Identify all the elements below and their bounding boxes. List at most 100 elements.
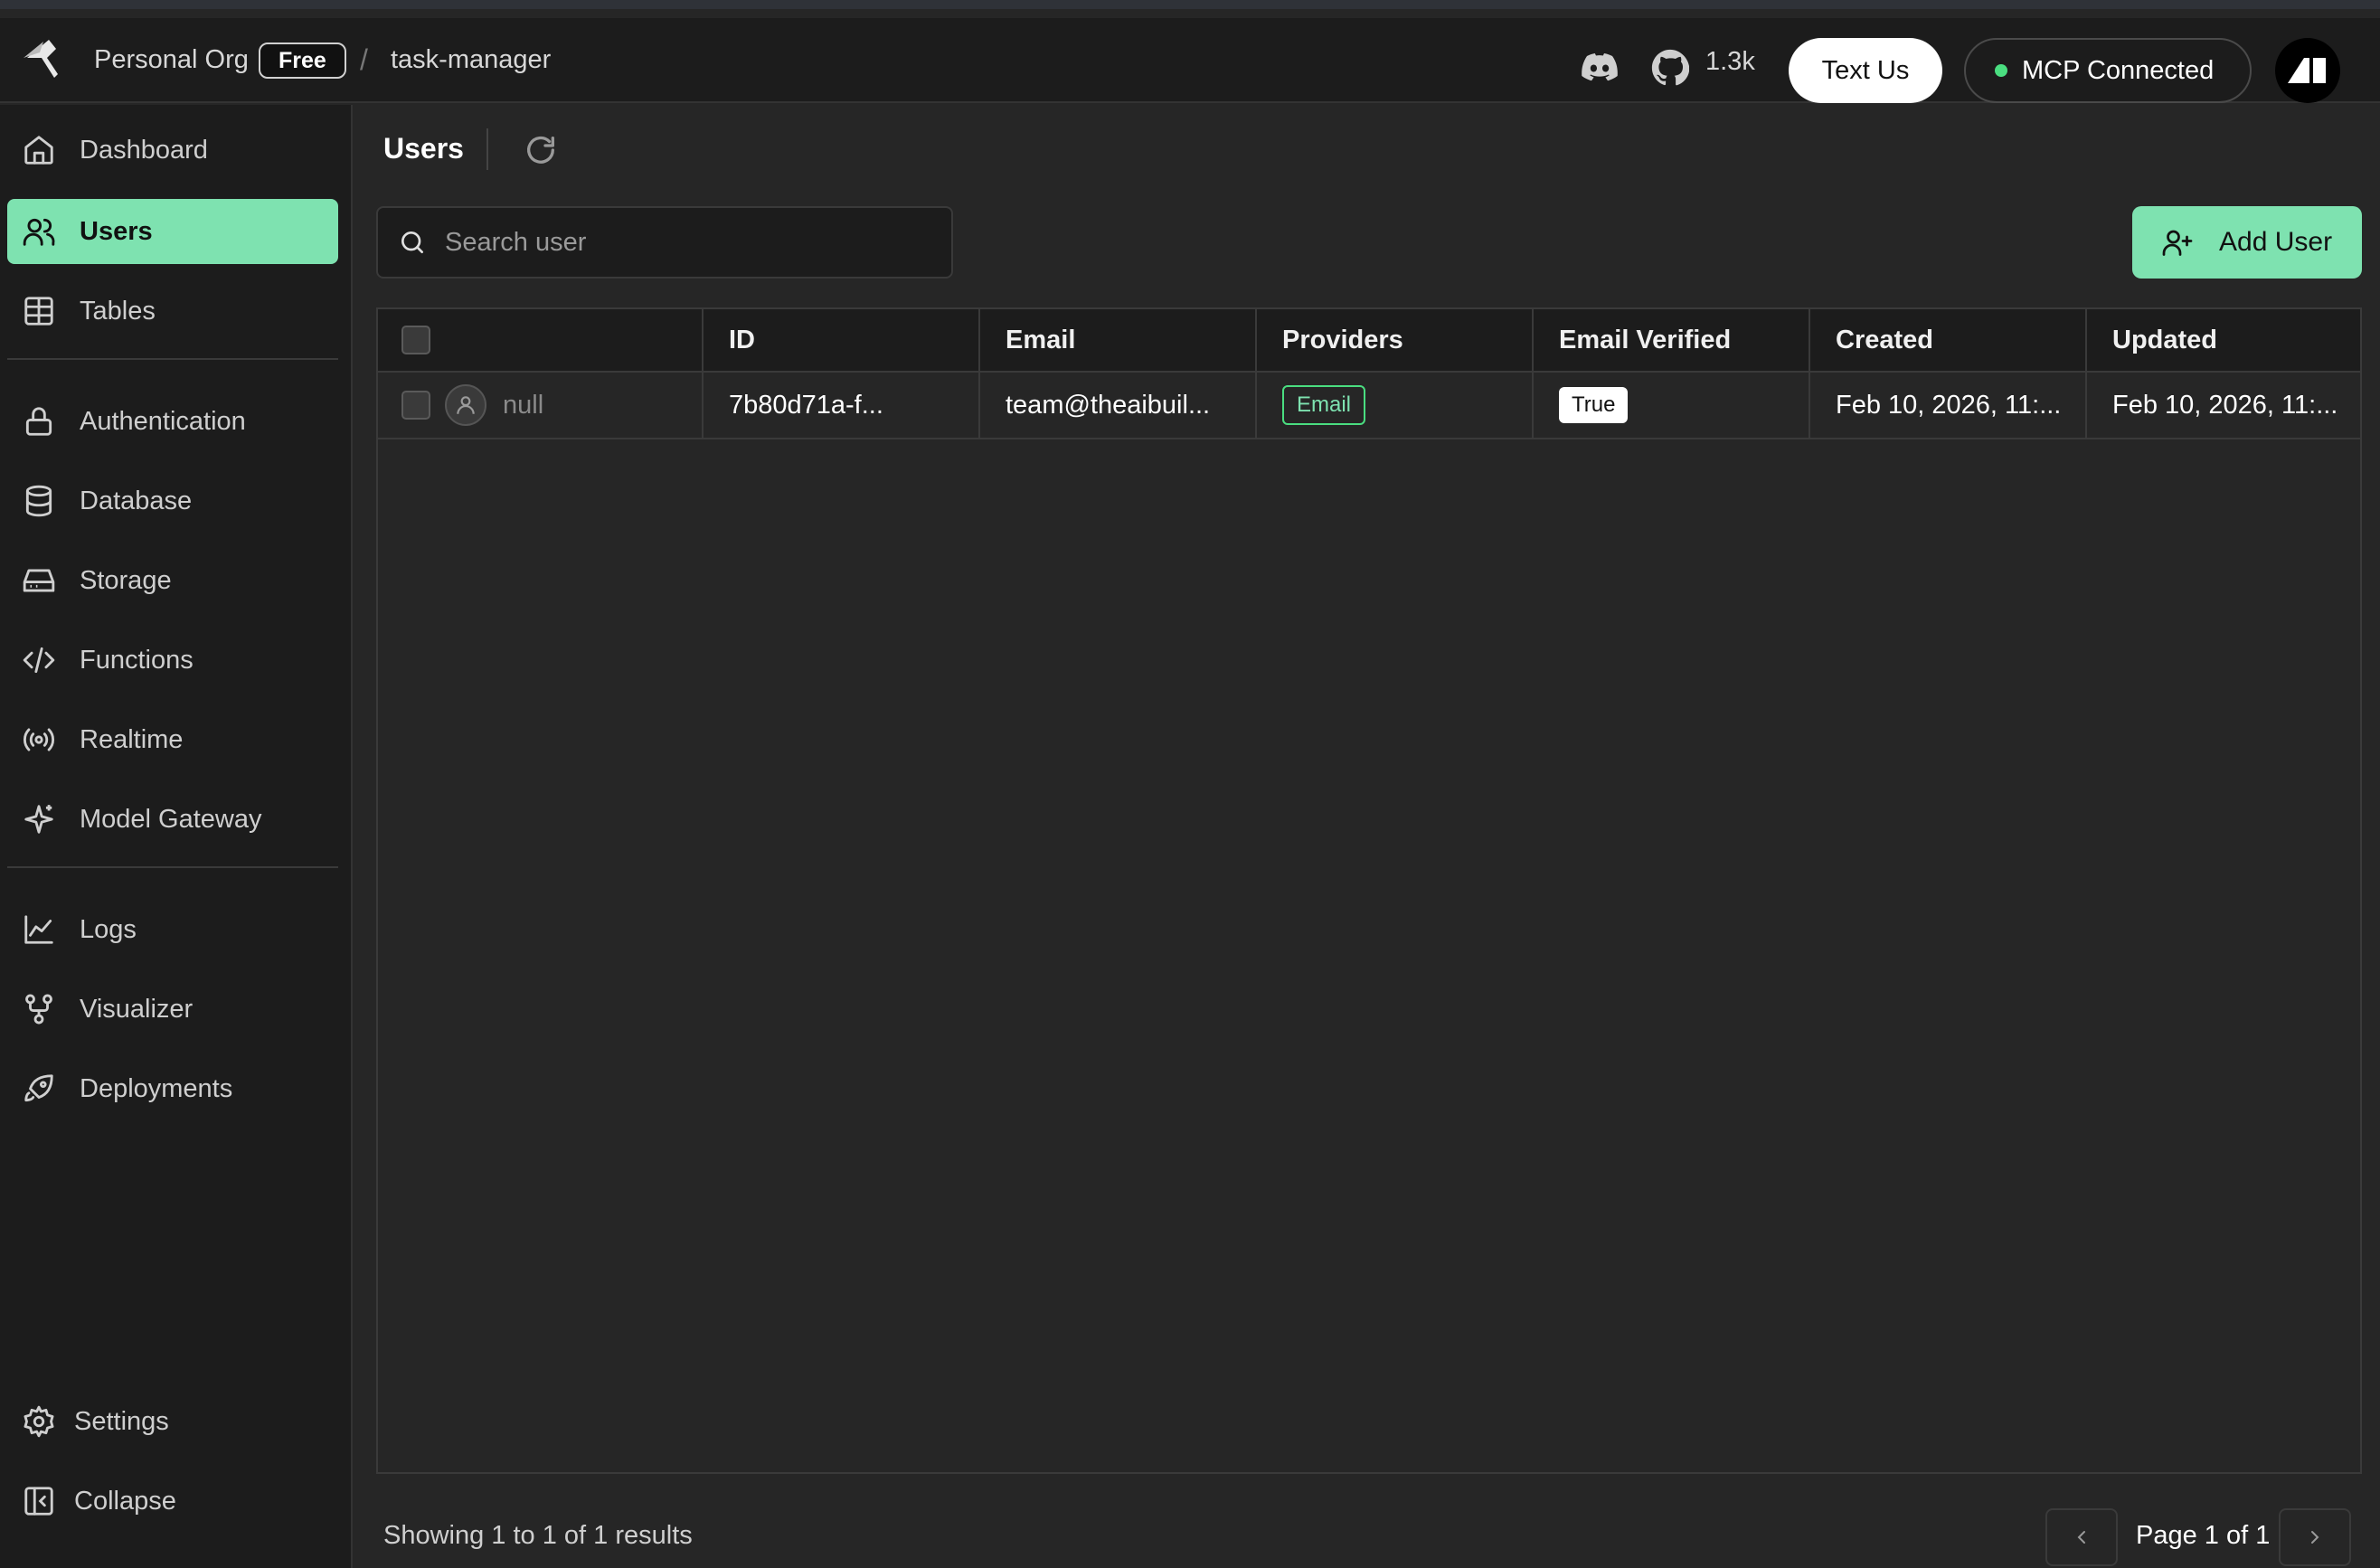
sidebar-item-label: Database — [80, 486, 193, 515]
table-header: ID Email Providers Email Verified Create… — [378, 309, 2360, 373]
sparkle-icon — [24, 805, 53, 834]
sidebar-item-database[interactable]: Database — [7, 468, 338, 534]
created-date: Feb 10, 2026, 11:... — [1809, 373, 2085, 438]
storage-icon — [23, 569, 55, 592]
sidebar-item-users[interactable]: Users — [7, 199, 338, 264]
column-header-id[interactable]: ID — [702, 309, 978, 371]
collapse-label: Collapse — [74, 1486, 176, 1516]
github-icon[interactable] — [1651, 49, 1689, 87]
users-table: ID Email Providers Email Verified Create… — [376, 307, 2362, 1474]
search-icon — [401, 231, 423, 253]
sidebar-item-visualizer[interactable]: Visualizer — [7, 977, 338, 1042]
gear-icon — [24, 1405, 54, 1438]
sidebar-item-deployments[interactable]: Deployments — [7, 1056, 338, 1121]
database-icon — [25, 485, 52, 517]
account-logo-icon — [2288, 58, 2326, 83]
column-header-updated[interactable]: Updated — [2085, 309, 2360, 371]
table-icon — [24, 297, 53, 326]
top-bar: Personal Org Free / task-manager 1.3k Te… — [0, 18, 2380, 103]
add-user-label: Add User — [2219, 227, 2333, 257]
sidebar-item-label: Functions — [80, 645, 194, 675]
user-email: team@theaibuil... — [978, 373, 1255, 438]
sidebar-item-label: Users — [80, 216, 153, 246]
table-row[interactable]: null 7b80d71a-f... team@theaibuil... Ema… — [378, 373, 2360, 439]
sidebar-divider — [7, 866, 338, 868]
graph-icon — [25, 994, 52, 1025]
lock-icon — [25, 407, 52, 436]
sidebar: Dashboard Users Tables Authentication Da… — [0, 105, 353, 1568]
providers-cell: Email — [1255, 373, 1532, 438]
settings-label: Settings — [74, 1406, 169, 1436]
settings-button[interactable]: Settings — [7, 1389, 338, 1454]
project-name[interactable]: task-manager — [391, 45, 551, 75]
sidebar-item-realtime[interactable]: Realtime — [7, 707, 338, 772]
column-header-email[interactable]: Email — [978, 309, 1255, 371]
github-star-count[interactable]: 1.3k — [1705, 47, 1755, 77]
sidebar-item-dashboard[interactable]: Dashboard — [7, 118, 338, 183]
home-icon — [24, 136, 53, 165]
sidebar-item-logs[interactable]: Logs — [7, 897, 338, 962]
users-icon — [23, 218, 55, 246]
search-box[interactable] — [376, 206, 953, 279]
sidebar-item-label: Storage — [80, 565, 172, 595]
chevron-left-icon — [2077, 1531, 2085, 1544]
user-avatar[interactable] — [2275, 38, 2340, 103]
sidebar-item-model-gateway[interactable]: Model Gateway — [7, 787, 338, 852]
row-checkbox[interactable] — [401, 391, 430, 420]
column-header-providers[interactable]: Providers — [1255, 309, 1532, 371]
sidebar-item-label: Authentication — [80, 406, 246, 436]
code-icon — [23, 647, 55, 674]
sidebar-item-label: Model Gateway — [80, 804, 262, 834]
refresh-icon[interactable] — [523, 132, 559, 168]
collapse-button[interactable]: Collapse — [7, 1469, 338, 1534]
search-input[interactable] — [445, 227, 933, 258]
user-id: 7b80d71a-f... — [702, 373, 978, 438]
breadcrumb-separator: / — [360, 43, 368, 76]
sidebar-item-label: Visualizer — [80, 994, 194, 1024]
select-all-checkbox[interactable] — [401, 326, 430, 354]
table-footer: Showing 1 to 1 of 1 results Page 1 of 1 — [354, 1474, 2380, 1568]
sidebar-item-authentication[interactable]: Authentication — [7, 389, 338, 454]
results-summary: Showing 1 to 1 of 1 results — [383, 1521, 693, 1550]
app-logo-icon[interactable] — [22, 38, 60, 80]
title-divider — [486, 128, 488, 170]
sidebar-item-label: Tables — [80, 296, 156, 326]
main-content: Users Add User ID Email Providers Email … — [354, 105, 2380, 1568]
avatar — [445, 384, 486, 426]
add-user-icon — [2162, 230, 2193, 256]
sidebar-item-tables[interactable]: Tables — [7, 279, 338, 344]
user-name: null — [503, 390, 544, 420]
user-icon — [457, 396, 475, 414]
chart-line-icon — [24, 915, 53, 944]
verified-badge: True — [1559, 387, 1629, 423]
add-user-button[interactable]: Add User — [2132, 206, 2362, 279]
page-indicator: Page 1 of 1 — [2136, 1521, 2271, 1550]
sidebar-item-label: Realtime — [80, 724, 184, 754]
org-name[interactable]: Personal Org — [94, 45, 249, 75]
column-header-created[interactable]: Created — [1809, 309, 2085, 371]
sidebar-item-label: Logs — [80, 914, 137, 944]
discord-icon[interactable] — [1581, 52, 1619, 81]
status-dot-icon — [1995, 64, 2007, 77]
sidebar-item-storage[interactable]: Storage — [7, 548, 338, 613]
updated-date: Feb 10, 2026, 11:... — [2085, 373, 2360, 438]
select-all-cell — [378, 309, 702, 371]
broadcast-icon — [23, 728, 55, 751]
next-page-button[interactable] — [2279, 1508, 2351, 1566]
column-header-email-verified[interactable]: Email Verified — [1532, 309, 1809, 371]
app-window: Personal Org Free / task-manager 1.3k Te… — [0, 0, 2380, 1568]
previous-page-button[interactable] — [2045, 1508, 2118, 1566]
user-cell: null — [378, 373, 702, 438]
plan-badge: Free — [259, 43, 346, 79]
sidebar-divider — [7, 358, 338, 360]
rocket-icon — [24, 1074, 53, 1102]
collapse-sidebar-icon — [24, 1487, 53, 1516]
mcp-status-label: MCP Connected — [2022, 55, 2215, 85]
sidebar-item-label: Deployments — [80, 1073, 233, 1103]
sidebar-item-label: Dashboard — [80, 135, 208, 165]
sidebar-item-functions[interactable]: Functions — [7, 628, 338, 693]
text-us-button[interactable]: Text Us — [1789, 38, 1942, 103]
mcp-status-button[interactable]: MCP Connected — [1964, 38, 2252, 103]
chevron-right-icon — [2311, 1531, 2319, 1544]
page-title: Users — [383, 132, 464, 165]
